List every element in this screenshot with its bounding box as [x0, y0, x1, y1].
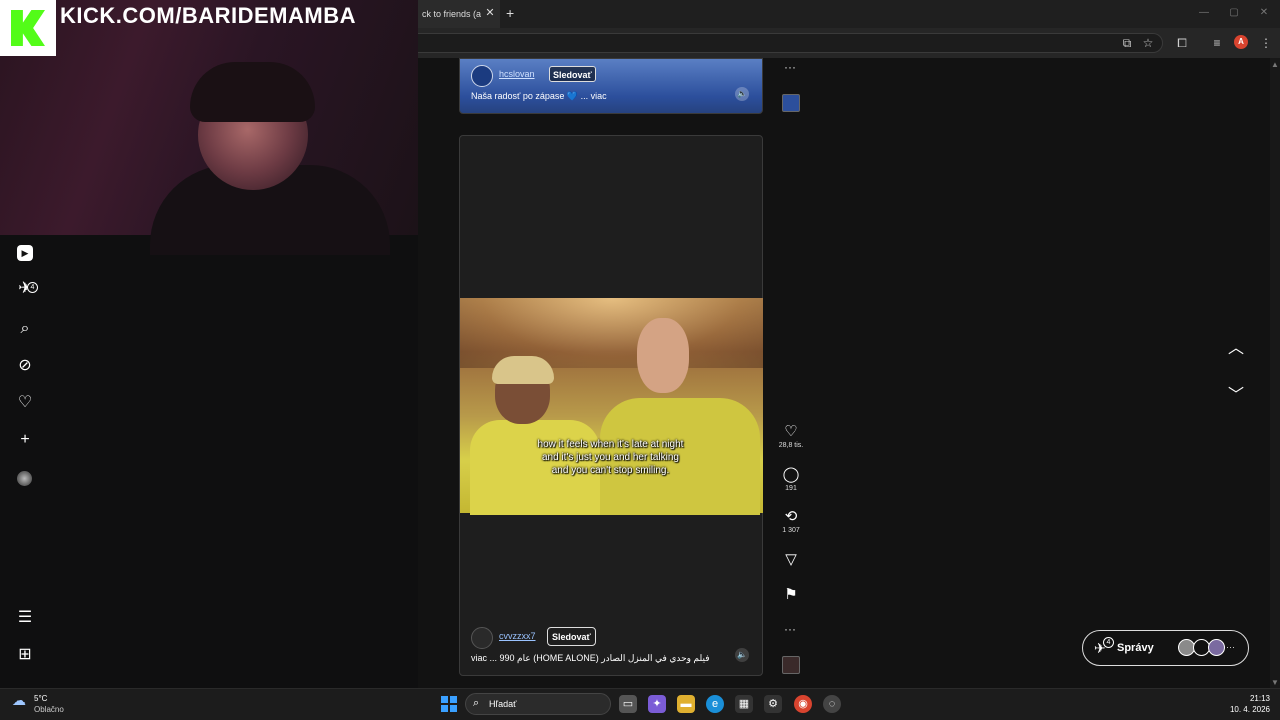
bookmark-star-icon[interactable]: ☆ — [1139, 34, 1157, 52]
nav-profile-avatar[interactable] — [17, 471, 32, 486]
more-options-icon[interactable]: ··· — [784, 622, 796, 636]
tab-close-icon[interactable]: ✕ — [484, 7, 496, 19]
post-author-username[interactable]: cvvzzxx7 — [499, 631, 536, 641]
comment-count: 191 — [785, 485, 797, 492]
page-scrollbar[interactable] — [1270, 58, 1280, 688]
repost-button[interactable]: ⟲ 1 307 — [781, 508, 801, 536]
copilot-icon[interactable]: ✦ — [648, 695, 666, 713]
post-caption[interactable]: viac ... 990 عام (HOME ALONE) فيلم وحدي … — [471, 653, 710, 664]
settings-app-icon[interactable]: ⚙ — [764, 695, 782, 713]
messages-label: Správy — [1117, 642, 1154, 654]
bookmark-button[interactable]: ⚑ — [781, 586, 801, 604]
volume-icon[interactable]: 🔈 — [735, 87, 749, 101]
taskbar-search-label: Hľadať — [489, 699, 517, 709]
reading-list-icon[interactable]: ≡ — [1208, 34, 1226, 52]
like-button[interactable]: ♡ 28,8 tis. — [779, 423, 804, 451]
post-author-username[interactable]: hcslovan — [499, 69, 535, 79]
clock-date[interactable]: 10. 4. 2026 — [1222, 705, 1270, 714]
chrome-browser-icon[interactable]: ◉ — [794, 695, 812, 713]
task-view-icon[interactable]: ▭ — [619, 695, 637, 713]
bookmark-icon: ⚑ — [784, 586, 798, 603]
more-icon: ··· — [1226, 642, 1235, 652]
like-count: 28,8 tis. — [778, 442, 804, 449]
follow-button[interactable]: Sledovať — [549, 66, 596, 82]
next-video-icon[interactable]: ﹀ — [1226, 386, 1246, 406]
microsoft-store-icon[interactable]: ▦ — [735, 695, 753, 713]
maximize-icon[interactable]: ▢ — [1227, 6, 1241, 20]
address-bar[interactable] — [418, 33, 1163, 53]
sound-thumbnail[interactable] — [782, 94, 800, 112]
post-author-avatar[interactable] — [471, 627, 493, 649]
search-icon: ⌕ — [473, 697, 480, 709]
nav-home-icon[interactable]: ▶ — [17, 245, 33, 261]
weather-temperature[interactable]: 5°C — [34, 694, 47, 703]
app-icon[interactable]: ◌ — [823, 695, 841, 713]
nav-menu-icon[interactable]: ☰ — [16, 609, 34, 627]
more-options-icon[interactable]: ··· — [784, 60, 796, 74]
volume-icon[interactable]: 🔈 — [735, 648, 749, 662]
sound-thumbnail[interactable] — [782, 656, 800, 674]
video-subtitle: how it feels when it's late at night and… — [537, 439, 684, 476]
post-author-avatar[interactable] — [471, 65, 493, 87]
stream-url-overlay: KICK.COM/BARIDEMAMBA — [60, 3, 356, 28]
post-card[interactable] — [459, 58, 763, 114]
edge-browser-icon[interactable]: e — [706, 695, 724, 713]
nav-search-icon[interactable]: ⌕ — [16, 320, 34, 338]
repost-count: 1 307 — [782, 527, 800, 534]
new-tab-button[interactable]: + — [506, 6, 520, 20]
weather-description[interactable]: Oblačno — [34, 705, 64, 714]
close-window-icon[interactable]: ✕ — [1257, 6, 1271, 20]
nav-inbox-badge: 4 — [27, 282, 38, 293]
comment-button[interactable]: ◯ 191 — [781, 466, 801, 494]
minimize-icon[interactable]: — — [1197, 6, 1211, 20]
install-app-icon[interactable]: ⧉ — [1118, 34, 1136, 52]
clock-time[interactable]: 21:13 — [1238, 694, 1270, 703]
taskbar — [0, 688, 1280, 720]
weather-cloud-icon[interactable]: ☁ — [12, 692, 26, 709]
scroll-up-icon[interactable]: ▲ — [1271, 60, 1279, 69]
nav-upload-icon[interactable]: + — [16, 431, 34, 449]
repost-icon: ⟲ — [784, 508, 798, 525]
player-left-hair — [492, 356, 554, 384]
file-explorer-icon[interactable]: ▬ — [677, 695, 695, 713]
browser-menu-icon[interactable]: ⋮ — [1257, 34, 1275, 52]
follow-button[interactable]: Sledovať — [547, 627, 596, 646]
scroll-down-icon[interactable]: ▼ — [1271, 678, 1279, 687]
streamer-hair — [190, 62, 315, 122]
nav-explore-icon[interactable]: ⊘ — [16, 357, 34, 375]
heart-icon: ♡ — [784, 423, 798, 440]
player-right-face — [637, 318, 689, 393]
windows-start-icon[interactable] — [441, 696, 457, 712]
comment-icon: ◯ — [782, 466, 800, 483]
taskbar-search-box[interactable] — [465, 693, 611, 715]
tab-bar — [418, 0, 1280, 28]
previous-video-icon[interactable]: ︿ — [1226, 339, 1246, 359]
nav-liked-icon[interactable]: ♡ — [16, 394, 34, 412]
extensions-icon[interactable]: ⧠ — [1173, 34, 1191, 52]
share-icon: ▽ — [785, 551, 797, 568]
post-caption[interactable]: Naša radosť po zápase 💙 ... viac — [471, 91, 607, 102]
profile-avatar[interactable]: A — [1234, 35, 1248, 49]
messages-badge: 4 — [1103, 637, 1114, 648]
share-button[interactable]: ▽ — [781, 551, 801, 569]
nav-grid-icon[interactable]: ⊞ — [16, 646, 34, 664]
avatar — [1208, 639, 1225, 656]
